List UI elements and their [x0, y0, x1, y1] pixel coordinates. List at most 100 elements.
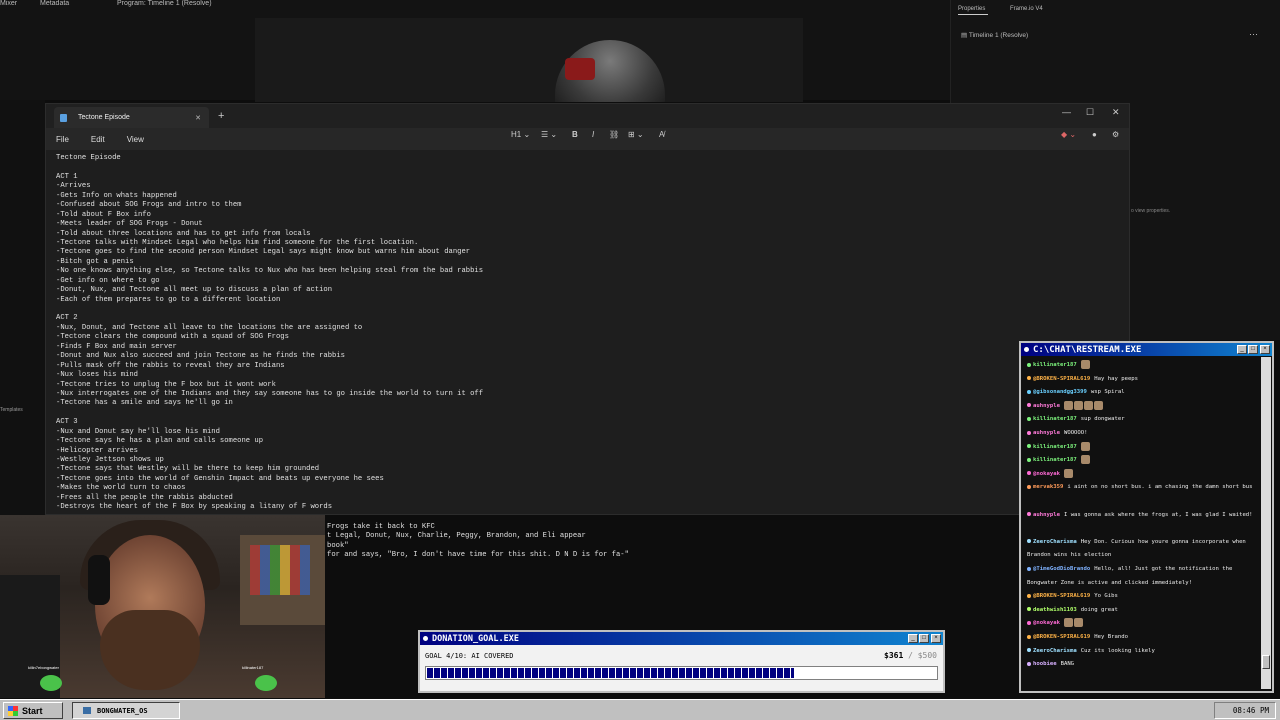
chat-text: Hey Brando [1094, 634, 1128, 640]
settings-gear-icon[interactable]: ⚙ [1112, 130, 1119, 139]
chat-message: killinater187 [1027, 359, 1091, 373]
new-tab-icon[interactable]: + [218, 110, 224, 122]
clock[interactable]: 08:46 PM [1233, 706, 1269, 715]
document-line: -Tectone goes into the world of Genshin … [56, 474, 384, 483]
chat-text: doing great [1080, 606, 1118, 613]
chat-username[interactable]: killinater187 [1033, 416, 1077, 422]
chat-username[interactable]: @BROKEN-SPIRAL619 [1033, 593, 1090, 599]
chat-username[interactable]: mervak359 [1033, 484, 1063, 490]
chat-text: sup dongwater [1080, 416, 1125, 423]
headset [88, 555, 110, 605]
account-icon[interactable]: ● [1092, 130, 1097, 139]
chat-username[interactable]: ZeeroCharisma [1033, 539, 1077, 545]
platform-dot-icon [1027, 512, 1031, 517]
document-line: -Nux, Donut, and Tectone all leave to th… [56, 323, 363, 332]
chat-window: C:\CHAT\RESTREAM.EXE _ □ × killinater187… [1019, 341, 1274, 693]
close-tab-icon[interactable]: ✕ [195, 114, 201, 122]
chat-scroll-thumb[interactable] [1262, 655, 1270, 669]
document-line: -Westley Jettson shows up [56, 456, 164, 464]
menu-edit[interactable]: Edit [91, 135, 105, 144]
templates-label: Templates [0, 407, 23, 413]
timeline-item-label: Timeline 1 (Resolve) [968, 32, 1029, 39]
editor-tab-mixer[interactable]: Mixer [0, 0, 17, 7]
link-icon[interactable]: ⛓ [609, 130, 619, 139]
chat-text: Cuz its looking likely [1080, 647, 1155, 654]
document-line: -Gets Info on whats happened [56, 191, 177, 200]
chat-username[interactable]: @nokayak [1033, 620, 1060, 626]
window-icon [83, 707, 91, 714]
taskbar: Start BONGWATER_OS 08:46 PM [0, 699, 1280, 720]
system-tray: 08:46 PM [1214, 702, 1276, 719]
close-icon[interactable]: × [1260, 345, 1270, 354]
minimize-icon[interactable]: _ [908, 634, 918, 643]
chat-message: auhnyple I was gonna ask where the frogs … [1027, 509, 1259, 523]
list-icon[interactable]: ☰ ⌄ [541, 130, 557, 139]
notepad-menubar: File Edit View [46, 128, 1129, 150]
timeline-item[interactable]: ▤ Timeline 1 (Resolve) [961, 31, 1028, 39]
chat-username[interactable]: @TimeGodDioBrando [1033, 566, 1090, 572]
chat-app-icon [1024, 347, 1029, 352]
bold-icon[interactable]: B [572, 130, 578, 139]
chat-text: i aint on no short bus. i am chasing the… [1067, 484, 1253, 491]
copilot-icon[interactable]: ◆ ⌄ [1061, 130, 1076, 139]
document-line: -Bitch got a penis [56, 257, 134, 266]
tab-frameio[interactable]: Frame.io V4 [1010, 6, 1043, 12]
chat-username[interactable]: ZeeroCharisma [1033, 648, 1077, 654]
chat-username[interactable]: @BROKEN-SPIRAL619 [1033, 376, 1090, 382]
document-line: -Donut, Nux, and Tectone all meet up to … [56, 286, 333, 295]
maximize-icon[interactable]: □ [1248, 345, 1258, 354]
menu-file[interactable]: File [56, 135, 69, 144]
editor-tab-program[interactable]: Program: Timeline 1 (Resolve) [117, 0, 212, 7]
maximize-icon[interactable]: □ [919, 634, 929, 643]
chat-message: killinater187 [1027, 441, 1091, 455]
chat-titlebar: C:\CHAT\RESTREAM.EXE _ □ × [1021, 343, 1272, 356]
document-line: for and says, "Bro, I don't have time fo… [327, 551, 629, 560]
chat-username[interactable]: deathwish1103 [1033, 607, 1077, 613]
document-line: -Tectone goes to find the second person … [56, 248, 471, 257]
document-line: ACT 3 [56, 418, 78, 427]
notepad-document-text[interactable]: Tectone Episode ACT 1 -Arrives -Gets Info o… [56, 154, 1119, 514]
chat-message: @gibsonandgg3399 wsp Spiral [1027, 386, 1125, 400]
chat-text: Yo Gibs [1094, 593, 1118, 600]
frog-label: killin7ebongwater [28, 665, 59, 670]
chat-username[interactable]: killinater187 [1033, 362, 1077, 368]
chat-username[interactable]: killinater187 [1033, 444, 1077, 450]
clear-format-icon[interactable]: A̸ [659, 130, 664, 139]
chat-message: ZeeroCharisma Cuz its looking likely [1027, 645, 1155, 659]
document-line: -Tectone says that Westley will be there… [56, 465, 320, 474]
chat-username[interactable]: hoobiee [1033, 661, 1057, 667]
close-window-icon[interactable]: ✕ [1112, 107, 1120, 118]
chat-message: hoobiee BANG [1027, 658, 1074, 672]
chat-username[interactable]: @nokayak [1033, 471, 1060, 477]
chat-username[interactable]: auhnyple [1033, 512, 1060, 518]
chat-username[interactable]: @BROKEN-SPIRAL619 [1033, 634, 1090, 640]
donation-progress-fill [427, 668, 795, 678]
editor-tab-metadata[interactable]: Metadata [40, 0, 69, 7]
chat-messages[interactable]: killinater187 @BROKEN-SPIRAL619 Hay hay pe… [1025, 359, 1260, 687]
chat-username[interactable]: @gibsonandgg3399 [1033, 389, 1087, 395]
heading-dropdown[interactable]: H1 ⌄ [511, 130, 530, 139]
document-line: -Finds F Box and main server [56, 342, 177, 351]
chat-message: @nokayak [1027, 617, 1084, 631]
document-line: -No one knows anything else, so Tectone … [56, 267, 484, 276]
table-icon[interactable]: ⊞ ⌄ [628, 130, 644, 139]
tab-properties[interactable]: Properties [958, 6, 985, 12]
minimize-icon[interactable]: _ [1237, 345, 1247, 354]
document-line: -Makes the world turn to chaos [56, 484, 186, 493]
document-line: Frogs take it back to KFC [327, 523, 435, 531]
chat-username[interactable]: auhnyple [1033, 430, 1060, 436]
chat-username[interactable]: killinater187 [1033, 457, 1077, 463]
taskbar-item-bongwater-os[interactable]: BONGWATER_OS [72, 702, 180, 719]
notepad-tab[interactable]: Tectone Episode ✕ [54, 107, 209, 128]
chat-username[interactable]: auhnyple [1033, 403, 1060, 409]
close-icon[interactable]: × [931, 634, 941, 643]
chat-scrollbar[interactable] [1261, 357, 1271, 689]
menu-view[interactable]: View [127, 135, 144, 144]
italic-icon[interactable]: I [592, 130, 594, 139]
maximize-icon[interactable]: ☐ [1086, 107, 1094, 118]
emote-icon [1073, 618, 1083, 628]
minimize-icon[interactable]: — [1062, 107, 1071, 117]
start-button[interactable]: Start [3, 702, 63, 719]
document-line: -Frees all the people the rabbis abducte… [56, 493, 233, 502]
more-icon[interactable]: ⋯ [1249, 29, 1258, 40]
